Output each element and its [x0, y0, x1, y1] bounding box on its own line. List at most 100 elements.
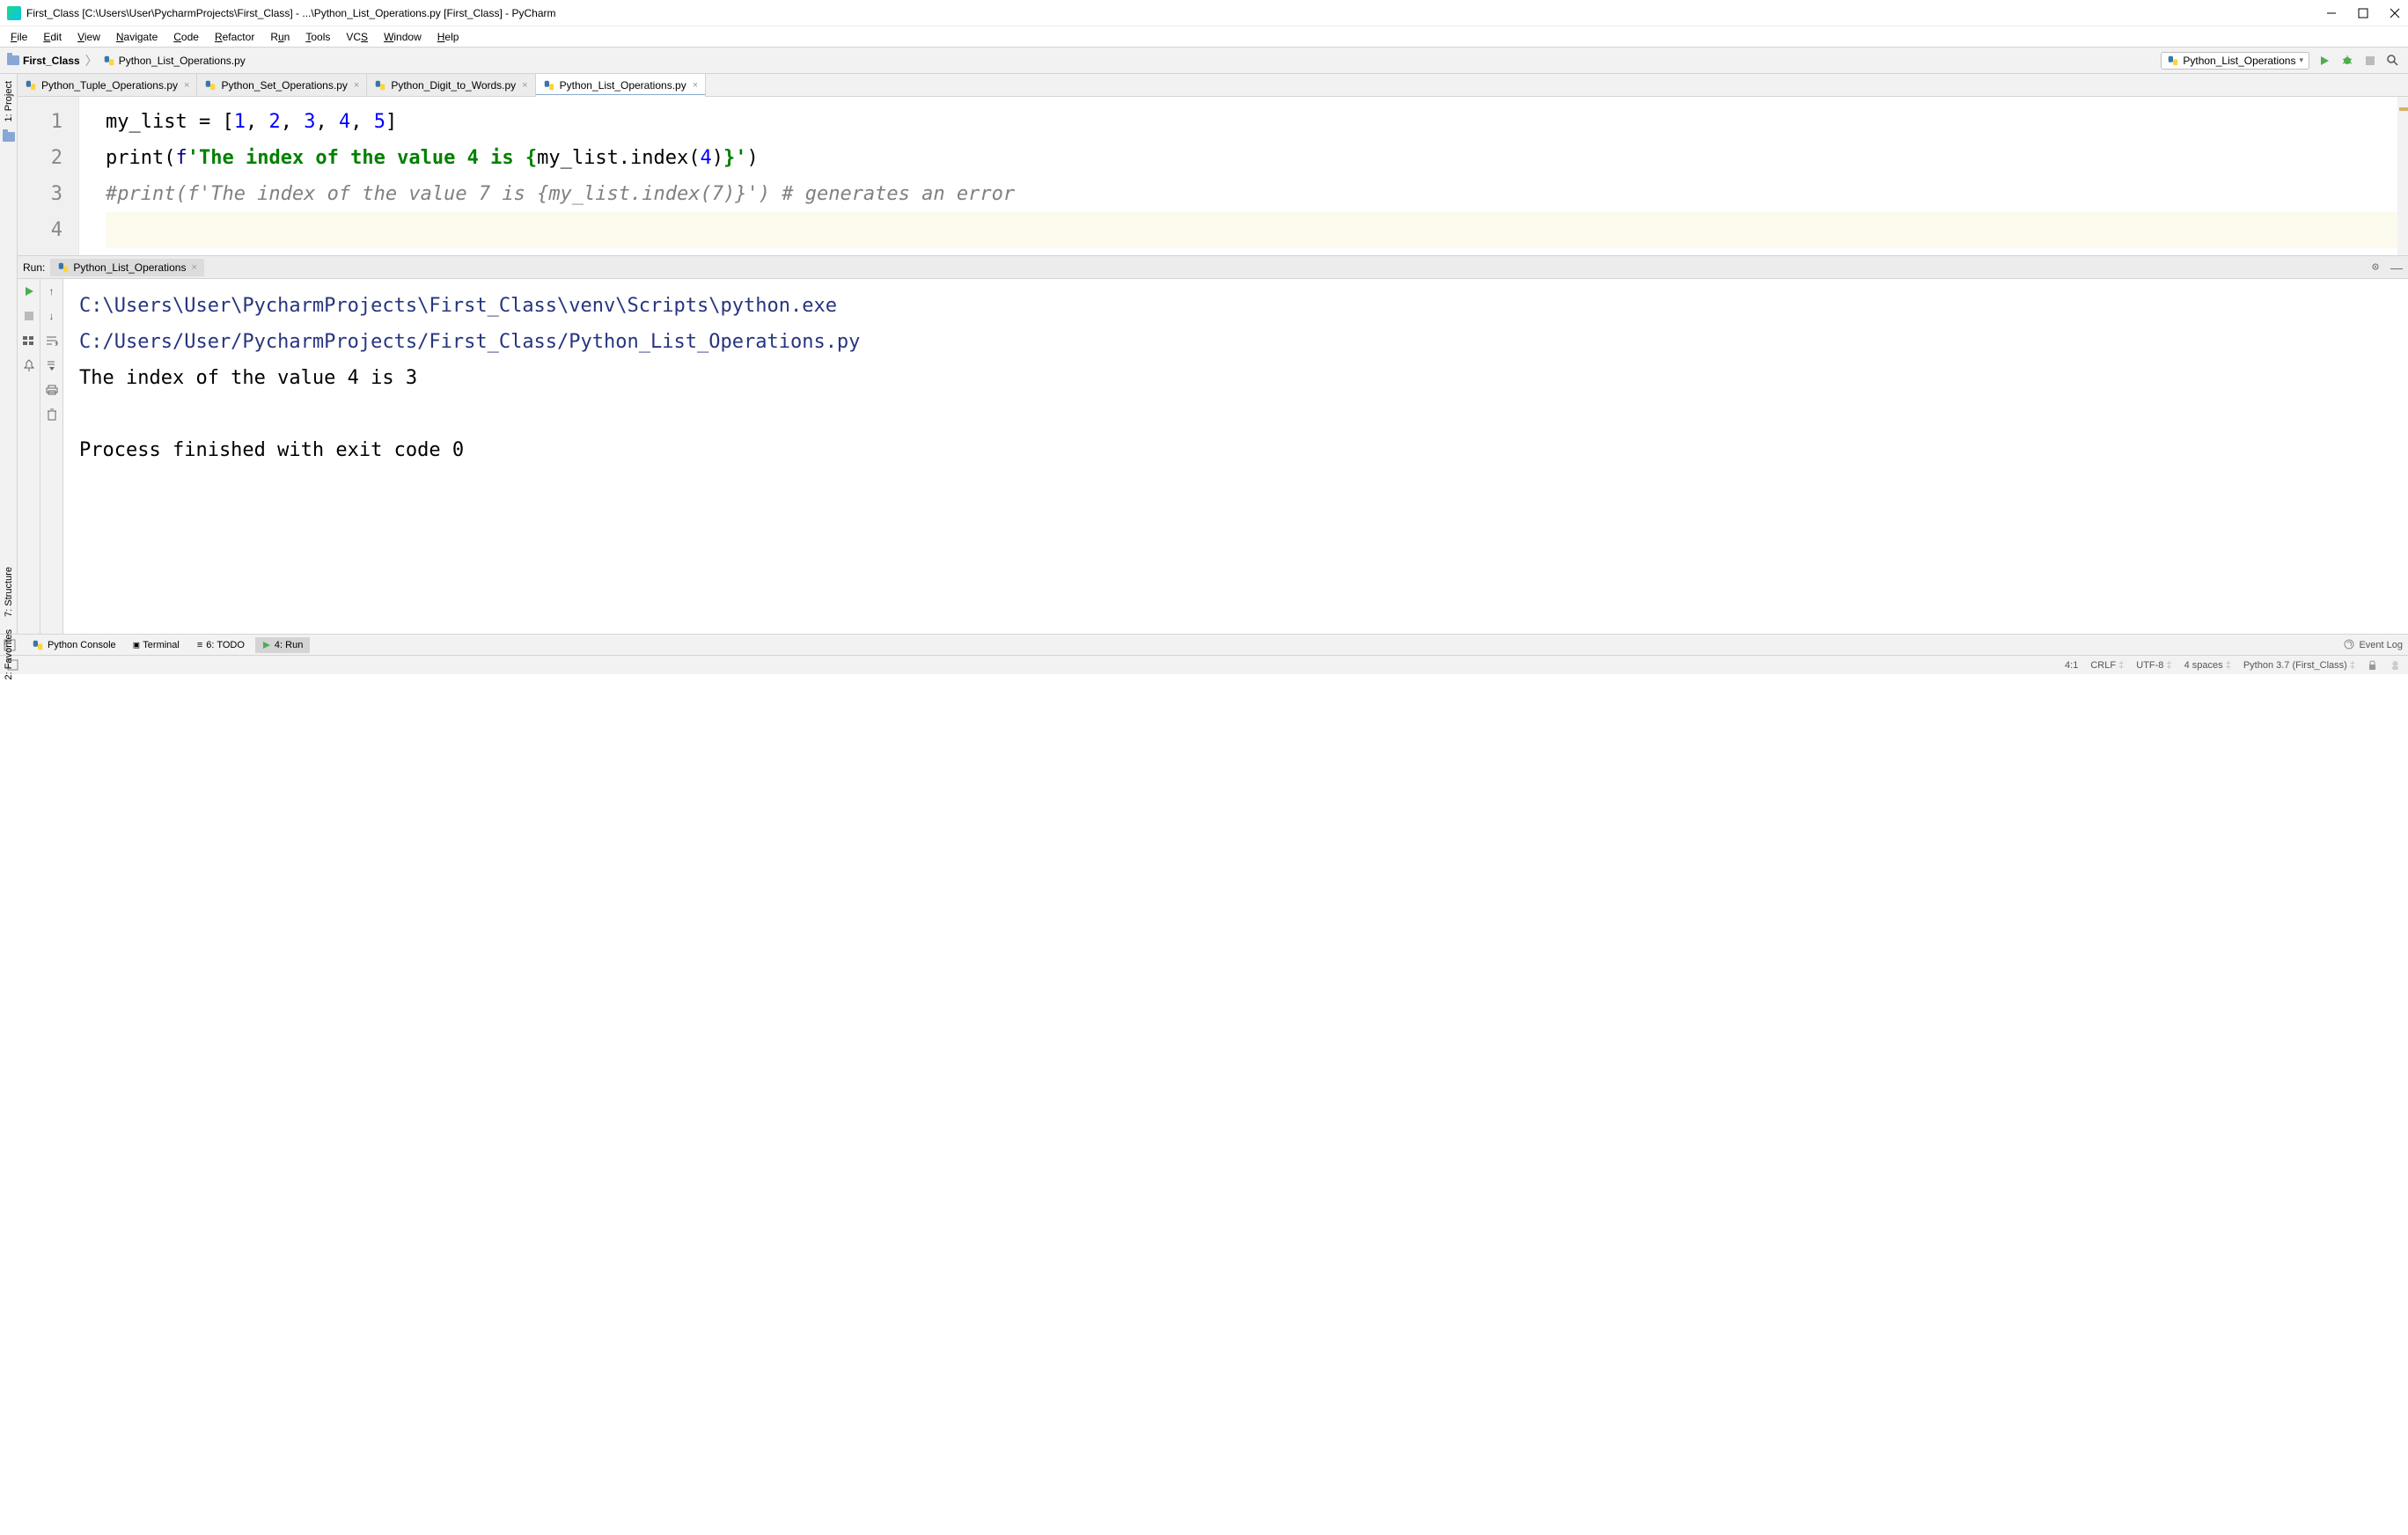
favorites-tool-button[interactable]: 2: Favorites: [4, 626, 14, 683]
tab-digit-to-words[interactable]: Python_Digit_to_Words.py ×: [367, 74, 535, 96]
run-tab[interactable]: Python_List_Operations ×: [50, 259, 204, 276]
tab-label: Python_List_Operations.py: [560, 79, 686, 92]
rerun-button[interactable]: [22, 284, 36, 298]
run-controls-secondary: ↑ ↓: [40, 279, 63, 634]
hide-icon[interactable]: —: [2390, 261, 2403, 275]
python-console-tab[interactable]: Python Console: [25, 636, 123, 654]
tab-tuple-operations[interactable]: Python_Tuple_Operations.py ×: [18, 74, 197, 96]
python-file-icon: [543, 79, 555, 92]
line-number-gutter: 1 2 3 4: [18, 97, 79, 255]
window-title: First_Class [C:\Users\User\PycharmProjec…: [26, 7, 2325, 19]
line-number: 3: [18, 176, 78, 212]
code-line-3[interactable]: #print(f'The index of the value 7 is {my…: [106, 176, 2408, 212]
breadcrumb-project[interactable]: First_Class: [7, 55, 80, 67]
code-line-2[interactable]: print(f'The index of the value 4 is {my_…: [106, 140, 2408, 176]
down-icon[interactable]: ↓: [45, 309, 59, 323]
python-file-icon: [25, 79, 37, 92]
menubar: File Edit View Navigate Code Refactor Ru…: [0, 26, 2408, 48]
file-encoding[interactable]: UTF-8: [2136, 660, 2163, 671]
lock-icon[interactable]: [2368, 659, 2377, 671]
up-icon[interactable]: ↑: [45, 284, 59, 298]
project-icon: [3, 132, 15, 142]
terminal-icon: ▣: [134, 639, 140, 650]
code-area[interactable]: my_list = [1, 2, 3, 4, 5] print(f'The in…: [79, 97, 2408, 255]
menu-window[interactable]: Window: [377, 28, 429, 46]
menu-code[interactable]: Code: [166, 28, 206, 46]
python-icon: [32, 639, 44, 651]
trash-icon[interactable]: [45, 408, 59, 422]
run-label: Run:: [23, 261, 45, 274]
error-stripe[interactable]: [2397, 97, 2408, 255]
tab-label: 4: Run: [275, 640, 303, 650]
menu-navigate[interactable]: Navigate: [109, 28, 165, 46]
caret-position[interactable]: 4:1: [2065, 660, 2078, 671]
python-file-icon: [374, 79, 386, 92]
maximize-button[interactable]: [2357, 7, 2369, 19]
print-icon[interactable]: [45, 383, 59, 397]
gear-icon[interactable]: [2369, 261, 2382, 275]
close-tab-icon[interactable]: ×: [693, 80, 698, 91]
python-interpreter[interactable]: Python 3.7 (First_Class): [2243, 660, 2347, 671]
run-button[interactable]: [2316, 53, 2332, 69]
pin-icon[interactable]: [22, 358, 36, 372]
line-number: 1: [18, 104, 78, 140]
left-tool-stripe-bottom: 7: Structure 2: Favorites: [0, 563, 18, 683]
menu-tools[interactable]: Tools: [298, 28, 337, 46]
stop-button[interactable]: [22, 309, 36, 323]
code-line-1[interactable]: my_list = [1, 2, 3, 4, 5]: [106, 104, 2408, 140]
tab-label: 6: TODO: [206, 640, 245, 650]
tab-set-operations[interactable]: Python_Set_Operations.py ×: [197, 74, 367, 96]
menu-run[interactable]: Run: [263, 28, 297, 46]
close-tab-icon[interactable]: ×: [354, 80, 359, 91]
debug-button[interactable]: [2339, 53, 2355, 69]
chevron-down-icon: ▾: [2299, 55, 2303, 65]
code-line-4[interactable]: [106, 212, 2408, 248]
stop-button[interactable]: [2362, 53, 2378, 69]
close-run-tab-icon[interactable]: ×: [191, 262, 196, 273]
status-bar: 4:1 CRLF ‡ UTF-8 ‡ 4 spaces ‡ Python 3.7…: [0, 655, 2408, 674]
menu-view[interactable]: View: [70, 28, 107, 46]
python-file-icon: [103, 55, 115, 67]
menu-refactor[interactable]: Refactor: [208, 28, 261, 46]
line-separator[interactable]: CRLF: [2090, 660, 2116, 671]
menu-file[interactable]: File: [4, 28, 34, 46]
structure-tool-button[interactable]: 7: Structure: [4, 563, 14, 621]
close-button[interactable]: [2389, 7, 2401, 19]
toolbar-right: Python_List_Operations ▾: [2161, 52, 2401, 70]
search-everywhere-button[interactable]: [2385, 53, 2401, 69]
tab-label: Python Console: [48, 640, 116, 650]
menu-edit[interactable]: Edit: [36, 28, 69, 46]
bottom-tool-stripe: Python Console ▣ Terminal ≡ 6: TODO 4: R…: [0, 634, 2408, 655]
folder-icon: [7, 55, 19, 65]
python-icon: [57, 261, 70, 274]
wrap-icon[interactable]: [45, 334, 59, 348]
close-tab-icon[interactable]: ×: [522, 80, 527, 91]
run-tab-bottom[interactable]: 4: Run: [255, 637, 310, 653]
close-tab-icon[interactable]: ×: [184, 80, 189, 91]
hector-icon[interactable]: [2390, 659, 2401, 671]
indent-settings[interactable]: 4 spaces: [2184, 660, 2223, 671]
minimize-button[interactable]: [2325, 7, 2338, 19]
tab-label: Python_Digit_to_Words.py: [391, 79, 516, 92]
project-tool-button[interactable]: 1: Project: [4, 77, 14, 125]
console-output[interactable]: C:\Users\User\PycharmProjects\First_Clas…: [63, 279, 2408, 634]
todo-tab[interactable]: ≡ 6: TODO: [190, 637, 252, 653]
titlebar: First_Class [C:\Users\User\PycharmProjec…: [0, 0, 2408, 26]
scroll-to-end-icon[interactable]: [45, 358, 59, 372]
layout-icon[interactable]: [22, 334, 36, 348]
navigation-bar: First_Class 〉 Python_List_Operations.py …: [0, 48, 2408, 74]
run-configuration-selector[interactable]: Python_List_Operations ▾: [2161, 52, 2309, 70]
tab-list-operations[interactable]: Python_List_Operations.py ×: [536, 74, 707, 96]
breadcrumb: First_Class 〉 Python_List_Operations.py: [7, 52, 2161, 70]
menu-help[interactable]: Help: [430, 28, 466, 46]
event-log-icon: [2344, 639, 2355, 650]
breadcrumb-file[interactable]: Python_List_Operations.py: [103, 55, 246, 67]
play-icon: [262, 641, 271, 650]
menu-vcs[interactable]: VCS: [339, 28, 375, 46]
terminal-tab[interactable]: ▣ Terminal: [127, 636, 187, 653]
pycharm-icon: [7, 6, 21, 20]
python-file-icon: [204, 79, 217, 92]
event-log-button[interactable]: Event Log: [2344, 639, 2403, 650]
console-line-interpreter: C:\Users\User\PycharmProjects\First_Clas…: [79, 288, 2408, 324]
editor[interactable]: 1 2 3 4 my_list = [1, 2, 3, 4, 5] print(…: [18, 97, 2408, 255]
